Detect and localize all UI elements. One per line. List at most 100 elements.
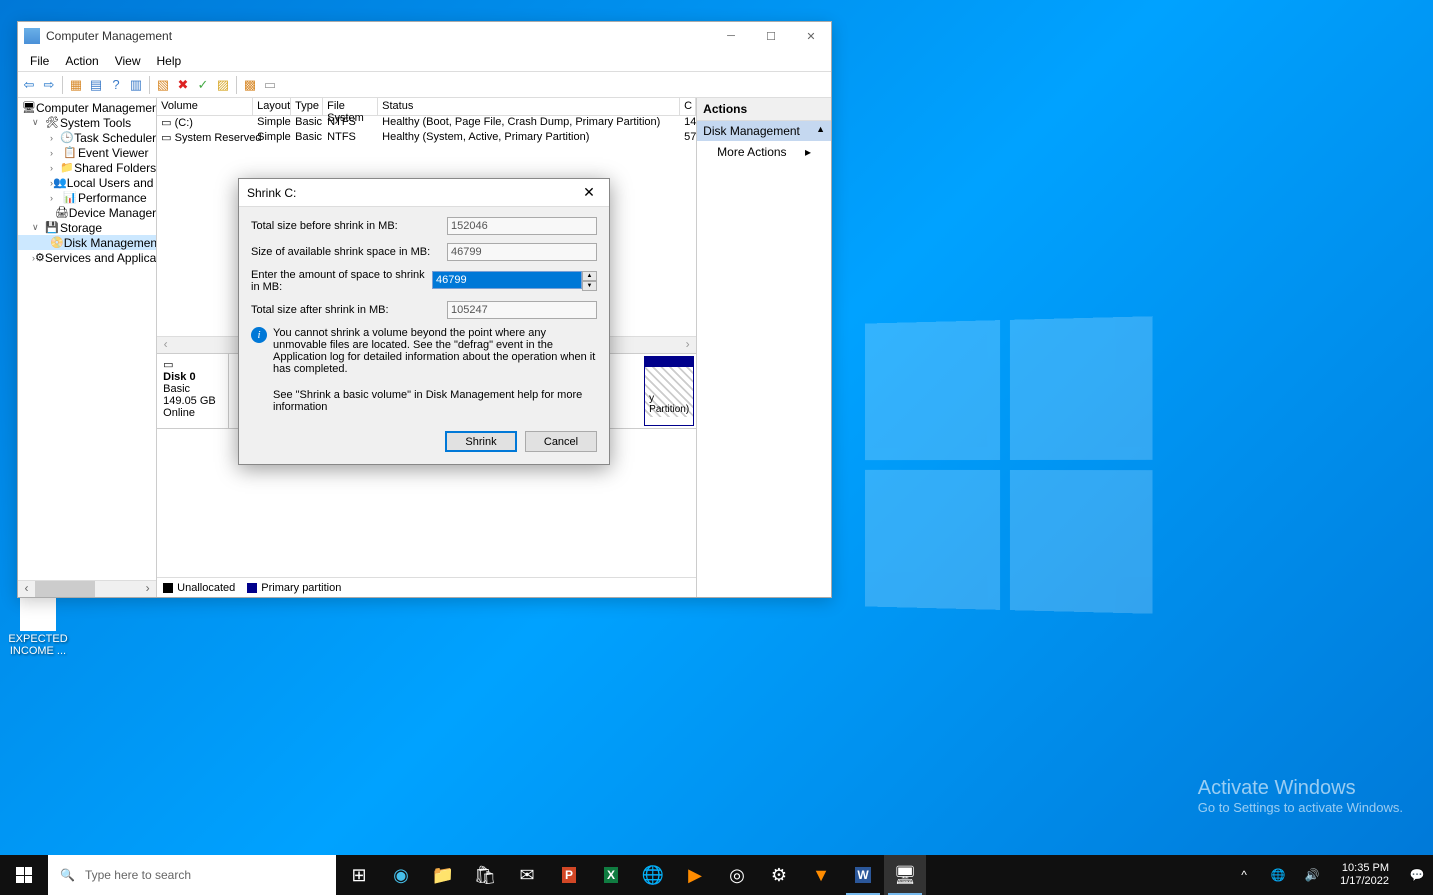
- chevron-right-icon[interactable]: ›: [50, 163, 60, 173]
- chevron-right-icon[interactable]: ›: [50, 148, 62, 158]
- shrink-amount-input[interactable]: [432, 271, 582, 289]
- toolbar-icon[interactable]: ▭: [261, 76, 279, 94]
- available-field: [447, 243, 597, 261]
- close-button[interactable]: ✕: [791, 22, 831, 50]
- maximize-button[interactable]: ☐: [751, 22, 791, 50]
- clock[interactable]: 10:35 PM 1/17/2022: [1334, 862, 1395, 888]
- tree-storage[interactable]: ∨ 💾 Storage: [18, 220, 156, 235]
- media-icon[interactable]: ▶: [674, 855, 716, 895]
- col-layout[interactable]: Layout: [253, 98, 291, 115]
- tree-device-manager[interactable]: 🖨 Device Manager: [18, 205, 156, 220]
- dialog-title: Shrink C:: [247, 186, 569, 200]
- table-row[interactable]: ▭ (C:) Simple Basic NTFS Healthy (Boot, …: [157, 116, 696, 131]
- tree-event-viewer[interactable]: › 📋 Event Viewer: [18, 145, 156, 160]
- menu-view[interactable]: View: [107, 52, 149, 70]
- desktop-icon-expected-income[interactable]: EXPECTED INCOME ...: [8, 595, 68, 657]
- disk-label[interactable]: ▭ Disk 0 Basic 149.05 GB Online: [157, 354, 229, 428]
- chevron-right-icon[interactable]: ›: [50, 133, 60, 143]
- mail-icon[interactable]: ✉: [506, 855, 548, 895]
- minimize-button[interactable]: ─: [711, 22, 751, 50]
- activate-title: Activate Windows: [1198, 777, 1403, 800]
- table-header: Volume Layout Type File System Status C: [157, 98, 696, 116]
- close-icon[interactable]: ✕: [569, 184, 609, 201]
- search-icon: 🔍: [60, 868, 75, 882]
- col-c[interactable]: C: [680, 98, 696, 115]
- toolbar-icon[interactable]: ▧: [154, 76, 172, 94]
- col-volume[interactable]: Volume: [157, 98, 253, 115]
- col-filesystem[interactable]: File System: [323, 98, 378, 115]
- label-available: Size of available shrink space in MB:: [251, 246, 447, 258]
- edge-icon[interactable]: ◉: [380, 855, 422, 895]
- groove-icon[interactable]: ◎: [716, 855, 758, 895]
- tree-services-applications[interactable]: › ⚙ Services and Applications: [18, 250, 156, 265]
- info-text-2: See "Shrink a basic volume" in Disk Mana…: [273, 389, 597, 413]
- search-box[interactable]: 🔍 Type here to search: [48, 855, 336, 895]
- spinner-buttons[interactable]: ▲ ▼: [582, 271, 597, 291]
- label-total-before: Total size before shrink in MB:: [251, 220, 447, 232]
- tree-disk-management[interactable]: 📀 Disk Management: [18, 235, 156, 250]
- forward-icon[interactable]: ⇨: [40, 76, 58, 94]
- menu-file[interactable]: File: [22, 52, 57, 70]
- drive-icon: ▭: [161, 132, 171, 144]
- tray-chevron-icon[interactable]: ^: [1232, 868, 1256, 882]
- back-icon[interactable]: ⇦: [20, 76, 38, 94]
- tree-shared-folders[interactable]: › 📁 Shared Folders: [18, 160, 156, 175]
- help-icon[interactable]: ?: [107, 76, 125, 94]
- toolbar-icon[interactable]: ▦: [67, 76, 85, 94]
- vlc-icon[interactable]: ▼: [800, 855, 842, 895]
- shrink-dialog: Shrink C: ✕ Total size before shrink in …: [238, 178, 610, 465]
- col-type[interactable]: Type: [291, 98, 323, 115]
- legend-unallocated-swatch: [163, 583, 173, 593]
- device-icon: 🖨: [55, 206, 69, 220]
- tree-performance[interactable]: › 📊 Performance: [18, 190, 156, 205]
- check-icon[interactable]: ✓: [194, 76, 212, 94]
- task-view-icon[interactable]: ⊞: [338, 855, 380, 895]
- computer-management-taskbar-icon[interactable]: 🖥: [884, 855, 926, 895]
- menu-help[interactable]: Help: [149, 52, 190, 70]
- explorer-icon[interactable]: 📁: [422, 855, 464, 895]
- legend: Unallocated Primary partition: [157, 577, 696, 597]
- chevron-down-icon[interactable]: ∨: [32, 117, 44, 128]
- toolbar-icon[interactable]: ▨: [214, 76, 232, 94]
- col-status[interactable]: Status: [378, 98, 680, 115]
- actions-more[interactable]: More Actions ▸: [697, 141, 831, 163]
- excel-icon[interactable]: X: [590, 855, 632, 895]
- windows-icon: [16, 867, 32, 883]
- toolbar-icon[interactable]: ▩: [241, 76, 259, 94]
- tools-icon: 🛠: [44, 116, 60, 130]
- powerpoint-icon[interactable]: P: [548, 855, 590, 895]
- notifications-icon[interactable]: 💬: [1405, 868, 1429, 882]
- tree-task-scheduler[interactable]: › 🕒 Task Scheduler: [18, 130, 156, 145]
- word-icon[interactable]: W: [842, 855, 884, 895]
- volume-icon[interactable]: 🔊: [1300, 868, 1324, 882]
- collapse-icon[interactable]: ▲: [816, 124, 825, 138]
- toolbar-icon[interactable]: ▥: [127, 76, 145, 94]
- settings-icon[interactable]: ⚙: [758, 855, 800, 895]
- spin-down-icon[interactable]: ▼: [582, 281, 597, 291]
- taskbar: 🔍 Type here to search ⊞ ◉ 📁 🛍 ✉ P X 🌐 ▶ …: [0, 855, 1433, 895]
- tree-system-tools[interactable]: ∨ 🛠 System Tools: [18, 115, 156, 130]
- cancel-button[interactable]: Cancel: [525, 431, 597, 452]
- table-row[interactable]: ▭ System Reserved Simple Basic NTFS Heal…: [157, 131, 696, 146]
- menu-action[interactable]: Action: [57, 52, 106, 70]
- toolbar-icon[interactable]: ▤: [87, 76, 105, 94]
- store-icon[interactable]: 🛍: [464, 855, 506, 895]
- chevron-right-icon: ▸: [805, 145, 811, 159]
- total-before-field: [447, 217, 597, 235]
- partition[interactable]: y Partition): [644, 356, 694, 426]
- start-button[interactable]: [0, 855, 48, 895]
- dialog-titlebar[interactable]: Shrink C: ✕: [239, 179, 609, 207]
- tree-scrollbar[interactable]: ‹›: [18, 580, 156, 597]
- actions-selected[interactable]: Disk Management ▲: [697, 121, 831, 141]
- titlebar[interactable]: Computer Management ─ ☐ ✕: [18, 22, 831, 50]
- chevron-right-icon[interactable]: ›: [50, 193, 62, 203]
- tree-local-users[interactable]: › 👥 Local Users and Groups: [18, 175, 156, 190]
- network-icon[interactable]: 🌐: [1266, 868, 1290, 882]
- tree-root[interactable]: 🖥 Computer Management (Local: [18, 100, 156, 115]
- chrome-icon[interactable]: 🌐: [632, 855, 674, 895]
- delete-icon[interactable]: ✖: [174, 76, 192, 94]
- chevron-down-icon[interactable]: ∨: [32, 222, 44, 233]
- menubar: File Action View Help: [18, 50, 831, 72]
- shrink-button[interactable]: Shrink: [445, 431, 517, 452]
- spin-up-icon[interactable]: ▲: [582, 271, 597, 281]
